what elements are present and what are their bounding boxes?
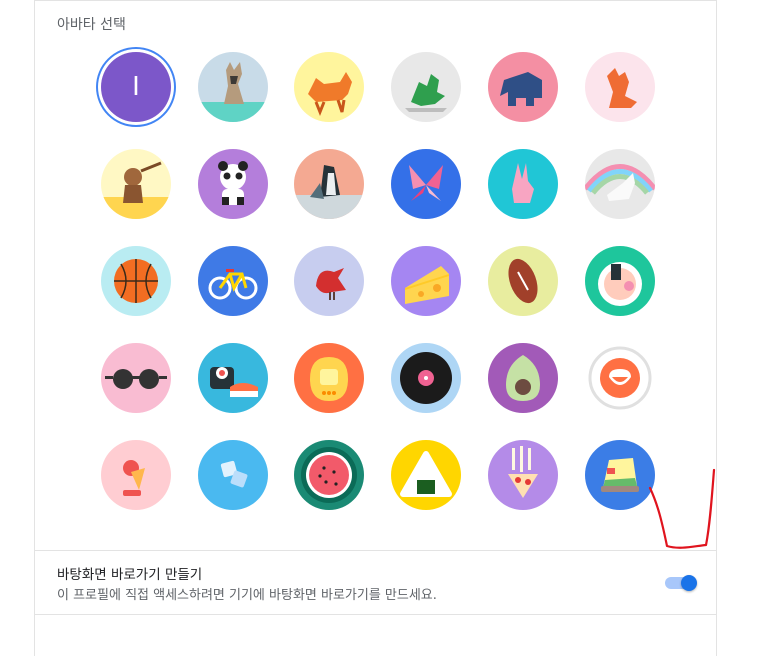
avatar-sunglasses[interactable] bbox=[101, 343, 171, 413]
avatar-football[interactable] bbox=[488, 246, 558, 316]
avatar-section-title: 아바타 선택 bbox=[57, 17, 126, 33]
smile-face-icon bbox=[585, 343, 655, 413]
onigiri-icon bbox=[391, 440, 461, 510]
avatar-cheese[interactable] bbox=[391, 246, 461, 316]
ice-cubes-icon bbox=[198, 440, 268, 510]
origami-cat-icon bbox=[198, 52, 268, 122]
vinyl-record-icon bbox=[391, 343, 461, 413]
shortcut-toggle[interactable] bbox=[663, 573, 699, 593]
top-divider bbox=[35, 0, 716, 1]
avatar-vinyl-record[interactable] bbox=[391, 343, 461, 413]
avatar-origami-penguin[interactable] bbox=[294, 149, 364, 219]
pizza-icon bbox=[488, 440, 558, 510]
avatar-sushi-roll[interactable] bbox=[198, 343, 268, 413]
avatar-origami-unicorn[interactable] bbox=[585, 149, 655, 219]
avatar-origami-cat[interactable] bbox=[198, 52, 268, 122]
avatar-onigiri[interactable] bbox=[391, 440, 461, 510]
avatar-origami-dragon[interactable] bbox=[391, 52, 461, 122]
origami-rabbit-icon bbox=[488, 149, 558, 219]
avatar-bird[interactable] bbox=[294, 246, 364, 316]
origami-butterfly-icon bbox=[391, 149, 461, 219]
origami-dragon-icon bbox=[391, 52, 461, 122]
avatar-origami-monkey[interactable] bbox=[101, 149, 171, 219]
origami-elephant-icon bbox=[488, 52, 558, 122]
avatar-letter-i[interactable]: I bbox=[101, 52, 171, 122]
profile-settings-card: 아바타 선택 I 바탕화면 바로가기 만들기 이 프로필에 직접 액세스하려면 … bbox=[34, 0, 717, 656]
origami-penguin-icon bbox=[294, 149, 364, 219]
origami-fox-corgi-icon bbox=[294, 52, 364, 122]
watermelon-icon bbox=[294, 440, 364, 510]
shortcut-description: 이 프로필에 직접 액세스하려면 기기에 바탕화면 바로가기를 만드세요. bbox=[57, 588, 437, 603]
avatar-sushi-bowl[interactable] bbox=[585, 246, 655, 316]
section-divider bbox=[35, 550, 716, 551]
bottom-divider bbox=[35, 614, 716, 615]
ice-cream-icon bbox=[101, 440, 171, 510]
avatar-bicycle[interactable] bbox=[198, 246, 268, 316]
avatar-origami-panda[interactable] bbox=[198, 149, 268, 219]
avatar-ice-cubes[interactable] bbox=[198, 440, 268, 510]
avatar-origami-elephant[interactable] bbox=[488, 52, 558, 122]
tamagotchi-icon bbox=[294, 343, 364, 413]
avatar-origami-rabbit[interactable] bbox=[488, 149, 558, 219]
origami-fox-icon bbox=[585, 52, 655, 122]
cheese-icon bbox=[391, 246, 461, 316]
avocado-icon bbox=[488, 343, 558, 413]
avatar-ice-cream[interactable] bbox=[101, 440, 171, 510]
avatar-tamagotchi[interactable] bbox=[294, 343, 364, 413]
sushi-roll-icon bbox=[198, 343, 268, 413]
origami-monkey-icon bbox=[101, 149, 171, 219]
avatar-basketball[interactable] bbox=[101, 246, 171, 316]
toggle-knob bbox=[681, 575, 697, 591]
avatar-letter: I bbox=[132, 72, 140, 102]
avatar-avocado[interactable] bbox=[488, 343, 558, 413]
avatar-pizza[interactable] bbox=[488, 440, 558, 510]
bicycle-icon bbox=[198, 246, 268, 316]
shortcut-title: 바탕화면 바로가기 만들기 bbox=[57, 567, 203, 583]
sandwich-icon bbox=[585, 440, 655, 510]
origami-unicorn-icon bbox=[585, 149, 655, 219]
sunglasses-icon bbox=[101, 343, 171, 413]
avatar-origami-fox-corgi[interactable] bbox=[294, 52, 364, 122]
avatar-sandwich[interactable] bbox=[585, 440, 655, 510]
football-icon bbox=[488, 246, 558, 316]
origami-panda-icon bbox=[198, 149, 268, 219]
avatar-origami-fox[interactable] bbox=[585, 52, 655, 122]
bird-icon bbox=[294, 246, 364, 316]
avatar-smile-face[interactable] bbox=[585, 343, 655, 413]
basketball-icon bbox=[101, 246, 171, 316]
avatar-watermelon[interactable] bbox=[294, 440, 364, 510]
avatar-origami-butterfly[interactable] bbox=[391, 149, 461, 219]
sushi-bowl-icon bbox=[585, 246, 655, 316]
